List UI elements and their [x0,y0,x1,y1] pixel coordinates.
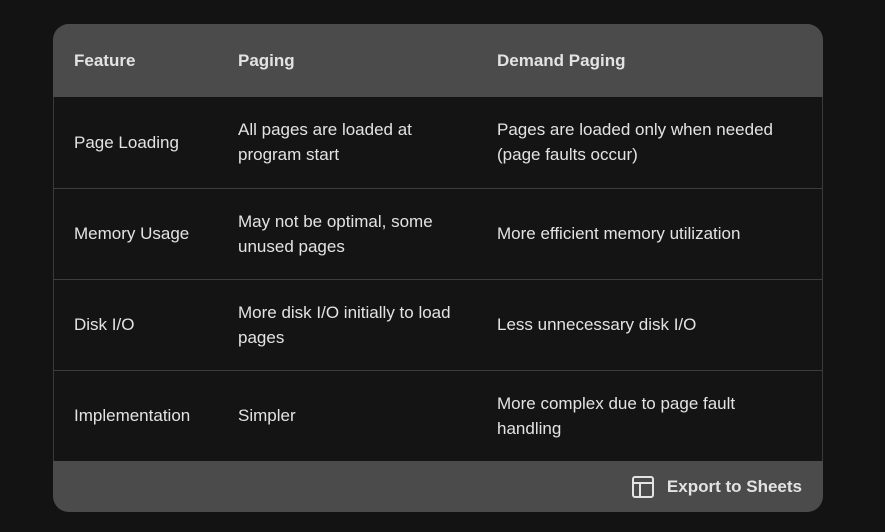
table-footer: Export to Sheets [53,461,823,512]
cell-feature: Memory Usage [74,224,190,243]
cell-demand-paging: More efficient memory utilization [497,224,741,243]
cell-demand-paging: Less unnecessary disk I/O [497,315,697,334]
header-row: Feature Paging Demand Paging [53,24,823,97]
cell-demand-paging: More complex due to page fault handling [497,393,736,438]
header-demand-paging: Demand Paging [497,50,626,70]
table-row: Implementation Simpler More complex due … [53,370,823,461]
cell-feature: Disk I/O [74,315,135,334]
cell-paging: More disk I/O initially to load pages [238,302,451,347]
comparison-table-card: Feature Paging Demand Paging Page Loadin… [53,24,823,512]
table-row: Page Loading All pages are loaded at pro… [53,97,823,188]
table-row: Memory Usage May not be optimal, some un… [53,188,823,279]
header-feature: Feature [74,50,136,70]
export-to-sheets-button[interactable]: Export to Sheets [631,471,802,503]
header-paging: Paging [238,50,295,70]
cell-demand-paging: Pages are loaded only when needed (page … [497,120,773,165]
cell-feature: Page Loading [74,132,179,152]
cell-paging: May not be optimal, some unused pages [238,211,433,256]
table-row: Disk I/O More disk I/O initially to load… [53,279,823,370]
comparison-table: Feature Paging Demand Paging Page Loadin… [53,24,823,461]
table-header: Feature Paging Demand Paging [53,24,823,97]
table-grid-icon [631,475,655,499]
table-body: Page Loading All pages are loaded at pro… [53,97,823,461]
export-label: Export to Sheets [666,476,802,496]
cell-feature: Implementation [74,406,191,426]
cell-paging: Simpler [238,406,296,426]
cell-paging: All pages are loaded at program start [238,120,412,165]
